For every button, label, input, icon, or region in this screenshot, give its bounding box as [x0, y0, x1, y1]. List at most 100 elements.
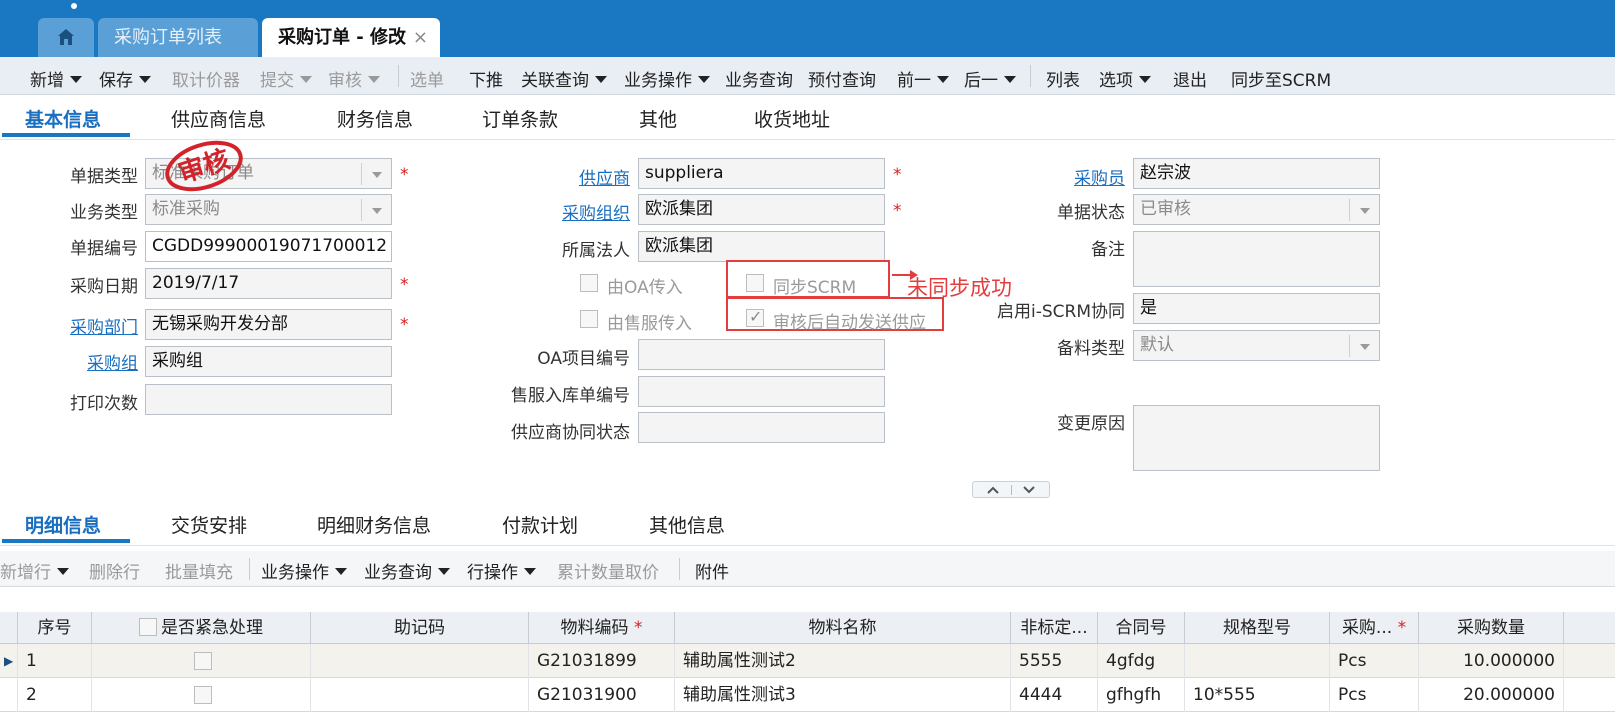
exit-button[interactable]: 退出	[1173, 66, 1207, 91]
tab-supplier-info[interactable]: 供应商信息	[171, 105, 266, 132]
batch-fill-button[interactable]: 批量填充	[165, 558, 233, 583]
bill-no-field[interactable]: CGDD99900019071700012	[145, 231, 392, 262]
col-purchase-unit[interactable]: 采购... *	[1330, 612, 1419, 644]
chevron-down-icon[interactable]	[139, 76, 151, 83]
col-mnemonic[interactable]: 助记码	[311, 612, 529, 644]
col-seq[interactable]: 序号	[18, 612, 92, 644]
chevron-down-icon[interactable]	[1004, 76, 1016, 83]
chevron-down-icon[interactable]	[361, 163, 391, 185]
oa-in-checkbox[interactable]	[580, 274, 598, 292]
chevron-up-icon[interactable]	[987, 485, 999, 495]
close-icon[interactable]: ×	[413, 18, 428, 57]
cell-quantity: 10.000000	[1419, 644, 1564, 678]
push-down-button[interactable]: 下推	[469, 66, 503, 91]
urgent-checkbox[interactable]	[194, 686, 212, 704]
chevron-down-icon[interactable]	[57, 568, 69, 575]
tab-detail-finance[interactable]: 明细财务信息	[317, 511, 431, 538]
tab-order-terms[interactable]: 订单条款	[482, 105, 558, 132]
chevron-down-icon[interactable]	[335, 568, 347, 575]
fetch-price-button[interactable]: 取计价器	[172, 66, 240, 91]
chevron-down-icon[interactable]	[1349, 335, 1379, 357]
chevron-down-icon[interactable]	[438, 568, 450, 575]
tab-detail-info[interactable]: 明细信息	[25, 511, 101, 538]
supplier-link[interactable]: 供应商	[540, 164, 630, 189]
biz-ops-button[interactable]: 业务操作	[624, 66, 710, 91]
urgent-checkbox[interactable]	[194, 652, 212, 670]
col-quantity[interactable]: 采购数量	[1419, 612, 1564, 644]
buyer-link[interactable]: 采购员	[1040, 164, 1125, 189]
col-material-name[interactable]: 物料名称	[675, 612, 1011, 644]
prepay-query-button[interactable]: 预付查询	[808, 66, 876, 91]
stock-type-value: 默认	[1140, 335, 1174, 355]
col-urgent[interactable]: 是否紧急处理	[92, 612, 311, 644]
buyer-field[interactable]: 赵宗波	[1133, 158, 1380, 189]
col-spec[interactable]: 规格型号	[1185, 612, 1330, 644]
col-contract-no[interactable]: 合同号	[1098, 612, 1185, 644]
tab-finance-info[interactable]: 财务信息	[337, 105, 413, 132]
next-button[interactable]: 后一	[964, 66, 1016, 91]
chevron-down-icon[interactable]	[300, 76, 312, 83]
add-row-button[interactable]: 新增行	[0, 558, 69, 583]
urgent-all-checkbox[interactable]	[139, 618, 157, 636]
stock-type-select[interactable]: 默认	[1133, 330, 1380, 361]
change-reason-textarea[interactable]	[1133, 405, 1380, 471]
tab-basic-info[interactable]: 基本信息	[25, 105, 101, 132]
tab-delivery-address[interactable]: 收货地址	[754, 105, 830, 132]
dept-field[interactable]: 无锡采购开发分部	[145, 309, 392, 340]
supplier-field[interactable]: suppliera	[638, 158, 885, 189]
chevron-down-icon[interactable]	[1023, 485, 1035, 495]
tab-other-info[interactable]: 其他信息	[649, 511, 725, 538]
new-button[interactable]: 新增	[30, 66, 82, 91]
prev-button[interactable]: 前一	[897, 66, 949, 91]
chevron-down-icon[interactable]	[361, 199, 391, 221]
chevron-down-icon[interactable]	[698, 76, 710, 83]
tab-payment-plan[interactable]: 付款计划	[502, 511, 578, 538]
submit-button[interactable]: 提交	[260, 66, 312, 91]
biz-query-button[interactable]: 业务查询	[725, 66, 793, 91]
tab-delivery-schedule[interactable]: 交货安排	[171, 511, 247, 538]
col-material-code[interactable]: 物料编码 *	[529, 612, 675, 644]
sync-scrm-checkbox[interactable]	[746, 274, 764, 292]
org-link[interactable]: 采购组织	[540, 199, 630, 224]
cumulative-price-button[interactable]: 累计数量取价	[557, 558, 659, 583]
options-button[interactable]: 选项	[1099, 66, 1151, 91]
chevron-down-icon[interactable]	[937, 76, 949, 83]
detail-biz-ops-button[interactable]: 业务操作	[261, 558, 347, 583]
after-sale-checkbox[interactable]	[580, 310, 598, 328]
chevron-down-icon[interactable]	[70, 76, 82, 83]
tab-purchase-order-list[interactable]: 采购订单列表	[98, 18, 258, 57]
audit-button[interactable]: 审核	[328, 66, 380, 91]
iscrm-field[interactable]: 是	[1133, 293, 1380, 324]
delete-row-button[interactable]: 删除行	[89, 558, 140, 583]
chevron-down-icon[interactable]	[524, 568, 536, 575]
group-link[interactable]: 采购组	[60, 349, 138, 374]
collapse-toggle[interactable]	[972, 481, 1050, 498]
related-query-button[interactable]: 关联查询	[521, 66, 607, 91]
auto-send-checkbox[interactable]	[746, 307, 764, 327]
row-ops-button[interactable]: 行操作	[467, 558, 536, 583]
date-field[interactable]: 2019/7/17	[145, 268, 392, 299]
list-button[interactable]: 列表	[1046, 66, 1080, 91]
table-row[interactable]: 2 G21031900 辅助属性测试3 4444 gfhgfh 10*555 P…	[0, 678, 1615, 712]
group-field[interactable]: 采购组	[145, 346, 392, 377]
home-tab[interactable]	[38, 18, 94, 57]
chevron-down-icon[interactable]	[1139, 76, 1151, 83]
org-field[interactable]: 欧派集团	[638, 194, 885, 225]
sync-scrm-button[interactable]: 同步至SCRM	[1231, 66, 1331, 91]
tab-other[interactable]: 其他	[639, 105, 677, 132]
chevron-down-icon[interactable]	[595, 76, 607, 83]
detail-biz-query-button[interactable]: 业务查询	[364, 558, 450, 583]
status-select[interactable]: 已审核	[1133, 194, 1380, 225]
dept-link[interactable]: 采购部门	[60, 313, 138, 338]
attachment-button[interactable]: 附件	[695, 558, 729, 583]
remark-textarea[interactable]	[1133, 231, 1380, 287]
select-bill-button[interactable]: 选单	[410, 66, 444, 91]
chevron-down-icon[interactable]	[368, 76, 380, 83]
save-button[interactable]: 保存	[99, 66, 151, 91]
biz-type-select[interactable]: 标准采购	[145, 194, 392, 225]
chevron-down-icon[interactable]	[1349, 199, 1379, 221]
table-row[interactable]: ▶ 1 G21031899 辅助属性测试2 5555 4gfdg Pcs 10.…	[0, 644, 1615, 678]
audit-stamp: 审核	[165, 140, 243, 192]
col-nonstandard[interactable]: 非标定...	[1011, 612, 1098, 644]
tab-purchase-order-edit[interactable]: 采购订单 - 修改 ×	[262, 18, 440, 57]
